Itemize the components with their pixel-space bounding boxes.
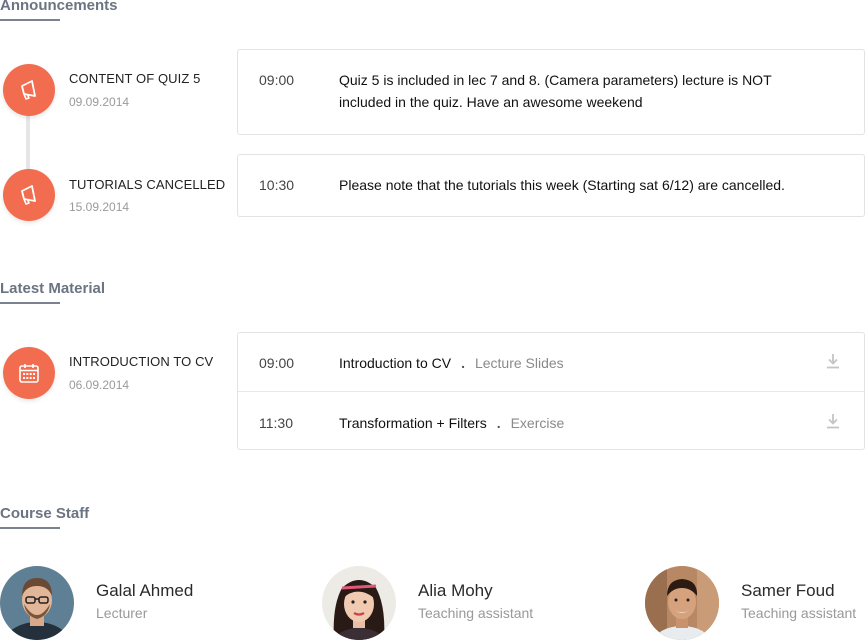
material-date: 06.09.2014	[69, 378, 130, 392]
announcement-badge	[3, 64, 55, 116]
material-entry-type: Lecture Slides	[474, 355, 564, 371]
calendar-icon	[19, 364, 39, 383]
avatar[interactable]	[322, 566, 396, 640]
material-entry-title[interactable]: Transformation + Filters	[339, 415, 487, 431]
latest-material-heading: Latest Material	[0, 280, 106, 297]
staff-name[interactable]: Galal Ahmed	[96, 581, 193, 601]
download-icon[interactable]	[826, 413, 840, 429]
megaphone-icon	[21, 185, 36, 205]
announcements-heading: Announcements	[0, 0, 118, 14]
timeline-connector	[26, 110, 30, 172]
announcement-card: 10:30 Please note that the tutorials thi…	[237, 154, 865, 217]
megaphone-icon	[21, 80, 36, 100]
material-time: 11:30	[259, 415, 293, 431]
announcement-card: 09:00 Quiz 5 is included in lec 7 and 8.…	[237, 49, 865, 135]
staff-member[interactable]: Alia Mohy Teaching assistant	[322, 566, 562, 640]
avatar[interactable]	[0, 566, 74, 640]
announcement-message: Please note that the tutorials this week…	[339, 177, 785, 193]
staff-member[interactable]: Samer Foud Teaching assistant	[645, 566, 865, 640]
material-row[interactable]: 11:30 Transformation + Filters. Exercise	[238, 391, 864, 450]
announcement-time: 09:00	[259, 72, 295, 88]
avatar[interactable]	[645, 566, 719, 640]
staff-name[interactable]: Alia Mohy	[418, 581, 493, 601]
material-title[interactable]: INTRODUCTION TO CV	[69, 354, 213, 369]
latest-material-underline	[0, 302, 60, 304]
announcement-badge	[3, 169, 55, 221]
announcement-title[interactable]: TUTORIALS CANCELLED	[69, 177, 225, 192]
announcement-date: 15.09.2014	[69, 200, 130, 214]
avatar-photo	[322, 566, 396, 640]
separator-dot: .	[461, 355, 465, 371]
staff-role: Teaching assistant	[741, 605, 857, 621]
announcement-message: Quiz 5 is included in lec 7 and 8. (Came…	[339, 72, 772, 110]
material-card: 09:00 Introduction to CV. Lecture Slides …	[237, 332, 865, 450]
material-time: 09:00	[259, 355, 295, 371]
avatar-photo	[0, 566, 74, 640]
announcement-time: 10:30	[259, 177, 295, 193]
course-staff-heading: Course Staff	[0, 505, 90, 522]
material-entry: Transformation + Filters. Exercise	[339, 412, 824, 434]
download-icon[interactable]	[826, 353, 840, 369]
material-entry-type: Exercise	[510, 415, 565, 431]
material-entry-title[interactable]: Introduction to CV	[339, 355, 451, 371]
staff-role: Teaching assistant	[418, 605, 534, 621]
announcement-title[interactable]: CONTENT OF QUIZ 5	[69, 71, 200, 86]
announcement-date: 09.09.2014	[69, 95, 130, 109]
material-badge	[3, 347, 55, 399]
material-entry: Introduction to CV. Lecture Slides	[339, 352, 824, 374]
staff-role: Lecturer	[96, 605, 148, 621]
separator-dot: .	[496, 415, 501, 431]
staff-name[interactable]: Samer Foud	[741, 581, 835, 601]
announcements-underline	[0, 19, 60, 21]
avatar-photo	[645, 566, 719, 640]
staff-member[interactable]: Galal Ahmed Lecturer	[0, 566, 260, 640]
course-staff-underline	[0, 527, 60, 529]
material-row[interactable]: 09:00 Introduction to CV. Lecture Slides	[238, 333, 864, 391]
